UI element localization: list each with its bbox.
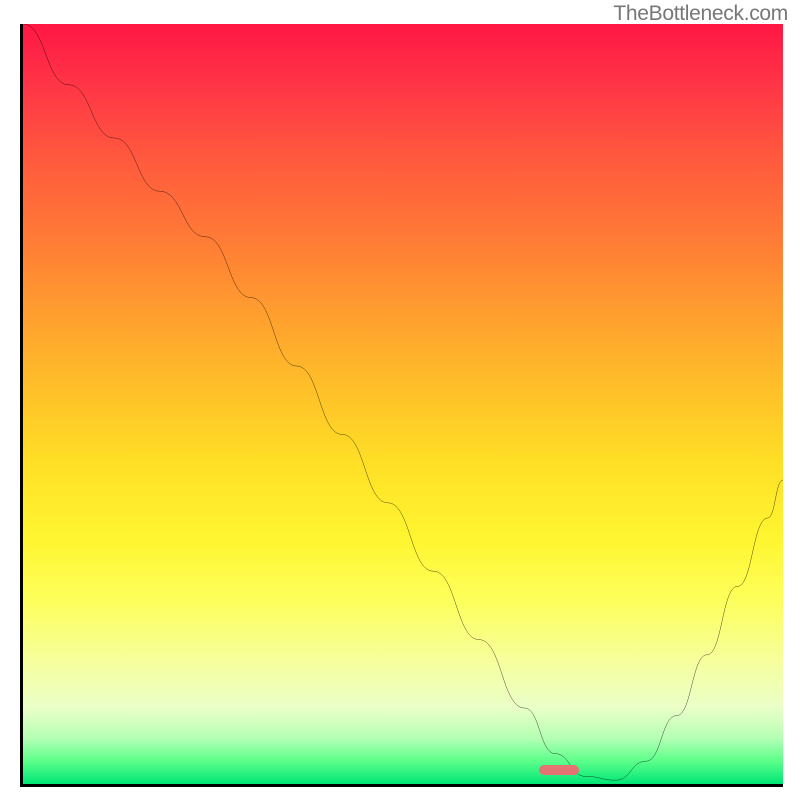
optimal-range-marker: [539, 765, 579, 775]
curve-svg: [23, 24, 783, 784]
chart-plot: [20, 24, 783, 787]
bottleneck-curve: [23, 24, 783, 780]
watermark-text: TheBottleneck.com: [613, 2, 788, 26]
